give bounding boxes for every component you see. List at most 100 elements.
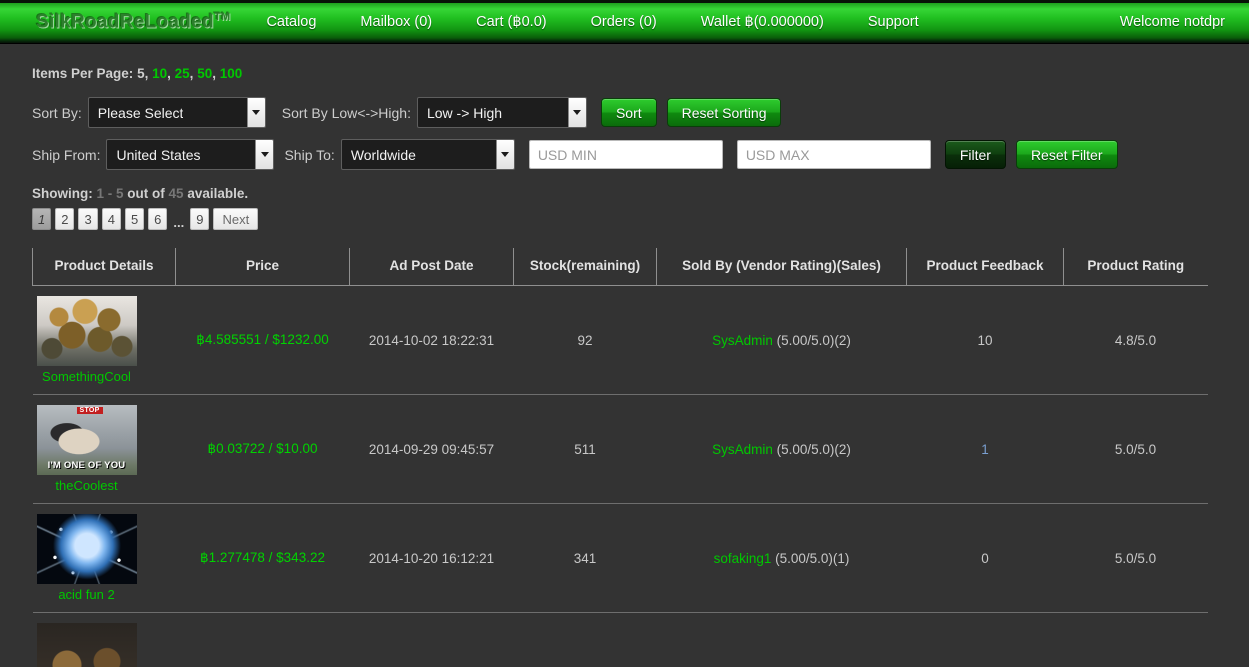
showing-prefix: Showing: bbox=[32, 186, 93, 201]
showing-range: 1 - 5 bbox=[96, 186, 124, 201]
pagination-page-4[interactable]: 4 bbox=[101, 208, 121, 230]
table-row-partial bbox=[32, 612, 1208, 667]
vendor-rating-sales: (5.00/5.0)(2) bbox=[772, 332, 851, 348]
filter-controls-row: Ship From: United States Ship To: Worldw… bbox=[32, 139, 1217, 170]
ship-from-select[interactable]: United States bbox=[106, 139, 275, 170]
product-name-link[interactable]: theCoolest bbox=[37, 478, 137, 493]
product-rating-text: 5.0/5.0 bbox=[1114, 441, 1157, 457]
vendor-rating-sales: (5.00/5.0)(2) bbox=[772, 441, 851, 457]
pagination-page-9[interactable]: 9 bbox=[190, 208, 210, 230]
table-cell-empty bbox=[1063, 612, 1208, 667]
site-logo[interactable]: SilkRoadReLoadedTM bbox=[36, 11, 230, 33]
showing-middle: out of bbox=[127, 186, 165, 201]
product-feedback: 10 bbox=[906, 285, 1064, 395]
product-price-text: ฿1.277478 / $343.22 bbox=[200, 550, 325, 565]
sort-controls-row: Sort By: Please Select Sort By Low<->Hig… bbox=[32, 97, 1217, 128]
nav-mailbox[interactable]: Mailbox (0) bbox=[338, 14, 454, 30]
table-header-row: Product Details Price Ad Post Date Stock(re… bbox=[32, 248, 1208, 286]
sort-button[interactable]: Sort bbox=[600, 98, 657, 127]
items-per-page-separator: , bbox=[144, 66, 153, 81]
column-header-1: Price bbox=[175, 248, 350, 286]
items-per-page-option-100[interactable]: 100 bbox=[220, 66, 243, 81]
vendor-name-link[interactable]: SysAdmin bbox=[712, 442, 773, 457]
items-per-page-row: Items Per Page: 5, 10, 25, 50, 100 bbox=[32, 66, 1217, 81]
product-thumbnail-image[interactable] bbox=[36, 514, 137, 584]
sort-low-high-selected-value: Low -> High bbox=[426, 104, 503, 121]
product-price: ฿1.277478 / $343.22 bbox=[175, 503, 350, 613]
items-per-page-option-5: 5 bbox=[137, 66, 145, 81]
results-summary: Showing: 1 - 5 out of 45 available. bbox=[32, 186, 1217, 201]
items-per-page-label: Items Per Page: bbox=[32, 66, 134, 81]
sort-by-select[interactable]: Please Select bbox=[87, 97, 266, 128]
product-post-date: 2014-10-02 18:22:31 bbox=[349, 285, 514, 395]
thumbnail-overlay-caption: I'M ONE OF YOU bbox=[47, 460, 126, 471]
nav-support[interactable]: Support bbox=[846, 14, 941, 30]
product-price-text: ฿0.03722 / $10.00 bbox=[207, 441, 318, 456]
pagination-page-3[interactable]: 3 bbox=[78, 208, 98, 230]
pagination-page-2[interactable]: 2 bbox=[55, 208, 75, 230]
product-stock-text: 92 bbox=[577, 332, 593, 348]
nav-wallet[interactable]: Wallet ฿(0.000000) bbox=[679, 14, 846, 30]
product-details-cell: acid fun 2 bbox=[32, 503, 176, 613]
pagination-page-6[interactable]: 6 bbox=[148, 208, 168, 230]
vendor-name-link[interactable]: sofaking1 bbox=[714, 551, 772, 566]
product-rating: 5.0/5.0 bbox=[1063, 503, 1208, 613]
trademark-symbol: TM bbox=[213, 11, 231, 24]
table-row: acid fun 2 ฿1.277478 / $343.22 2014-10-20 … bbox=[32, 503, 1208, 613]
column-header-6: Product Rating bbox=[1063, 248, 1208, 286]
product-stock: 511 bbox=[513, 394, 657, 504]
items-per-page-option-50[interactable]: 50 bbox=[197, 66, 212, 81]
table-cell-empty bbox=[906, 612, 1064, 667]
ship-to-selected-value: Worldwide bbox=[350, 146, 416, 163]
chevron-down-icon bbox=[246, 98, 265, 127]
ship-from-label: Ship From: bbox=[32, 146, 101, 163]
usd-max-input[interactable] bbox=[736, 140, 931, 169]
items-per-page-option-25[interactable]: 25 bbox=[175, 66, 190, 81]
page-root: SilkRoadReLoadedTM Catalog Mailbox (0) C… bbox=[0, 0, 1249, 667]
product-feedback: 0 bbox=[906, 503, 1064, 613]
pagination: 1 2 3 4 5 6... 9 Next bbox=[32, 208, 1217, 230]
ship-from-selected-value: United States bbox=[116, 146, 201, 163]
product-thumbnail-image[interactable] bbox=[36, 296, 137, 366]
table-cell-empty bbox=[656, 612, 907, 667]
product-name-link[interactable]: acid fun 2 bbox=[37, 587, 137, 602]
chevron-down-icon bbox=[567, 98, 586, 127]
chevron-down-icon bbox=[255, 140, 274, 169]
product-name-link[interactable]: SomethingCool bbox=[37, 369, 137, 384]
items-per-page-options: 5, 10, 25, 50, 100 bbox=[137, 66, 242, 81]
reset-sorting-button[interactable]: Reset Sorting bbox=[666, 98, 782, 127]
showing-total: 45 bbox=[168, 186, 184, 201]
product-stock-text: 511 bbox=[574, 441, 596, 457]
column-header-3: Stock(remaining) bbox=[513, 248, 657, 286]
welcome-user-label: Welcome notdpr bbox=[1119, 13, 1225, 30]
items-per-page-option-10[interactable]: 10 bbox=[152, 66, 167, 81]
column-header-0: Product Details bbox=[32, 248, 176, 286]
sort-low-high-select[interactable]: Low -> High bbox=[416, 97, 587, 128]
product-thumbnail-image[interactable] bbox=[36, 623, 137, 667]
column-header-5: Product Feedback bbox=[906, 248, 1064, 286]
showing-suffix: available. bbox=[187, 186, 249, 201]
product-feedback[interactable]: 1 bbox=[906, 394, 1064, 504]
reset-filter-button[interactable]: Reset Filter bbox=[1015, 140, 1118, 169]
product-details-cell: STOP I'M ONE OF YOU theCoolest bbox=[32, 394, 176, 504]
pagination-page-5[interactable]: 5 bbox=[124, 208, 145, 230]
pagination-next-button[interactable]: Next bbox=[213, 208, 259, 230]
table-cell-empty bbox=[513, 612, 657, 667]
product-post-date-text: 2014-10-20 16:12:21 bbox=[368, 550, 495, 566]
items-per-page-separator: , bbox=[167, 66, 175, 81]
vendor-name-link[interactable]: SysAdmin bbox=[712, 333, 773, 348]
product-rating-text: 5.0/5.0 bbox=[1114, 550, 1157, 566]
product-thumbnail-image[interactable]: STOP I'M ONE OF YOU bbox=[36, 405, 137, 475]
nav-cart[interactable]: Cart (฿0.0) bbox=[454, 14, 568, 30]
ship-to-label: Ship To: bbox=[284, 146, 335, 163]
pagination-page-1[interactable]: 1 bbox=[32, 208, 52, 230]
top-navigation-bar: SilkRoadReLoadedTM Catalog Mailbox (0) C… bbox=[0, 0, 1249, 44]
product-details-cell bbox=[32, 612, 176, 667]
ship-to-select[interactable]: Worldwide bbox=[340, 139, 515, 170]
nav-orders[interactable]: Orders (0) bbox=[569, 14, 679, 30]
filter-button[interactable]: Filter bbox=[944, 140, 1006, 169]
main-content: Items Per Page: 5, 10, 25, 50, 100 Sort … bbox=[0, 44, 1249, 667]
usd-min-input[interactable] bbox=[528, 140, 723, 169]
nav-catalog[interactable]: Catalog bbox=[266, 14, 338, 30]
product-table-body: SomethingCool ฿4.585551 / $1232.00 2014-10… bbox=[32, 285, 1208, 667]
